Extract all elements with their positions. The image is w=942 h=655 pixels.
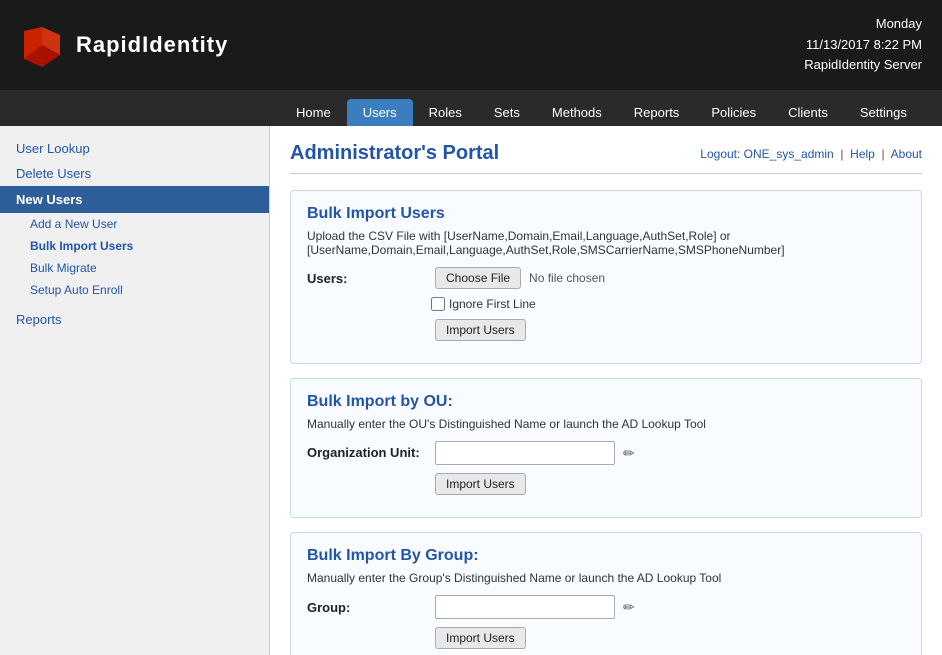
rapididentity-logo-icon xyxy=(20,23,64,67)
no-file-chosen-label: No file chosen xyxy=(529,271,605,285)
nav-tab-policies[interactable]: Policies xyxy=(695,99,772,126)
choose-file-button[interactable]: Choose File xyxy=(435,267,521,289)
users-field-row: Users: Choose File No file chosen xyxy=(307,267,905,289)
nav-tab-reports[interactable]: Reports xyxy=(618,99,696,126)
sidebar-item-reports[interactable]: Reports xyxy=(0,307,269,332)
logout-link[interactable]: Logout: ONE_sys_admin xyxy=(700,147,833,161)
portal-title: Administrator's Portal xyxy=(290,142,499,165)
nav-tab-home[interactable]: Home xyxy=(280,99,347,126)
ignore-first-line-label: Ignore First Line xyxy=(449,297,536,311)
bulk-import-users-title: Bulk Import Users xyxy=(307,205,905,223)
bulk-import-ou-title: Bulk Import by OU: xyxy=(307,393,905,411)
group-pencil-icon[interactable]: ✏ xyxy=(623,599,635,616)
sidebar-item-setup-auto-enroll[interactable]: Setup Auto Enroll xyxy=(0,279,269,301)
sidebar-item-user-lookup[interactable]: User Lookup xyxy=(0,136,269,161)
import-users-button-2[interactable]: Import Users xyxy=(435,473,526,495)
import-users-row-1: Import Users xyxy=(307,319,905,341)
logo-text: RapidIdentity xyxy=(76,32,228,58)
main-layout: User Lookup Delete Users New Users Add a… xyxy=(0,126,942,655)
users-label: Users: xyxy=(307,271,427,286)
ignore-first-line-checkbox[interactable] xyxy=(431,297,445,311)
bulk-import-group-desc: Manually enter the Group's Distinguished… xyxy=(307,571,905,585)
org-unit-pencil-icon[interactable]: ✏ xyxy=(623,445,635,462)
sidebar: User Lookup Delete Users New Users Add a… xyxy=(0,126,270,655)
nav-tab-roles[interactable]: Roles xyxy=(413,99,478,126)
help-link[interactable]: Help xyxy=(850,147,875,161)
bulk-import-group-section: Bulk Import By Group: Manually enter the… xyxy=(290,532,922,655)
bulk-import-users-desc: Upload the CSV File with [UserName,Domai… xyxy=(307,229,905,257)
datetime-line1: Monday xyxy=(804,14,922,35)
import-ou-btn-row: Import Users xyxy=(307,473,905,495)
nav-tab-sets[interactable]: Sets xyxy=(478,99,536,126)
nav-tab-methods[interactable]: Methods xyxy=(536,99,618,126)
nav-tab-clients[interactable]: Clients xyxy=(772,99,844,126)
about-link[interactable]: About xyxy=(891,147,922,161)
datetime-line2: 11/13/2017 8:22 PM xyxy=(804,35,922,56)
nav-tab-users[interactable]: Users xyxy=(347,99,413,126)
bulk-import-ou-desc: Manually enter the OU's Distinguished Na… xyxy=(307,417,905,431)
sidebar-item-delete-users[interactable]: Delete Users xyxy=(0,161,269,186)
import-users-button-3[interactable]: Import Users xyxy=(435,627,526,649)
nav-tab-settings[interactable]: Settings xyxy=(844,99,923,126)
nav-bar: Home Users Roles Sets Methods Reports Po… xyxy=(0,90,942,126)
header: RapidIdentity Monday 11/13/2017 8:22 PM … xyxy=(0,0,942,90)
datetime-line3: RapidIdentity Server xyxy=(804,55,922,76)
org-unit-label: Organization Unit: xyxy=(307,441,427,460)
content-area: Administrator's Portal Logout: ONE_sys_a… xyxy=(270,126,942,655)
ignore-first-line-row: Ignore First Line xyxy=(307,297,905,311)
group-field-row: Group: ✏ xyxy=(307,595,905,619)
portal-header: Administrator's Portal Logout: ONE_sys_a… xyxy=(290,142,922,174)
bulk-import-ou-section: Bulk Import by OU: Manually enter the OU… xyxy=(290,378,922,518)
header-datetime: Monday 11/13/2017 8:22 PM RapidIdentity … xyxy=(804,14,922,76)
org-unit-field-row: Organization Unit: ✏ xyxy=(307,441,905,465)
group-input[interactable] xyxy=(435,595,615,619)
sidebar-item-add-new-user[interactable]: Add a New User xyxy=(0,213,269,235)
portal-links: Logout: ONE_sys_admin | Help | About xyxy=(700,147,922,161)
import-group-btn-row: Import Users xyxy=(307,627,905,649)
logo-area: RapidIdentity xyxy=(20,23,228,67)
bulk-import-users-section: Bulk Import Users Upload the CSV File wi… xyxy=(290,190,922,364)
sidebar-item-bulk-import-users[interactable]: Bulk Import Users xyxy=(0,235,269,257)
import-users-button-1[interactable]: Import Users xyxy=(435,319,526,341)
org-unit-input[interactable] xyxy=(435,441,615,465)
group-label: Group: xyxy=(307,600,427,615)
sidebar-item-new-users[interactable]: New Users xyxy=(0,186,269,213)
bulk-import-group-title: Bulk Import By Group: xyxy=(307,547,905,565)
sidebar-item-bulk-migrate[interactable]: Bulk Migrate xyxy=(0,257,269,279)
